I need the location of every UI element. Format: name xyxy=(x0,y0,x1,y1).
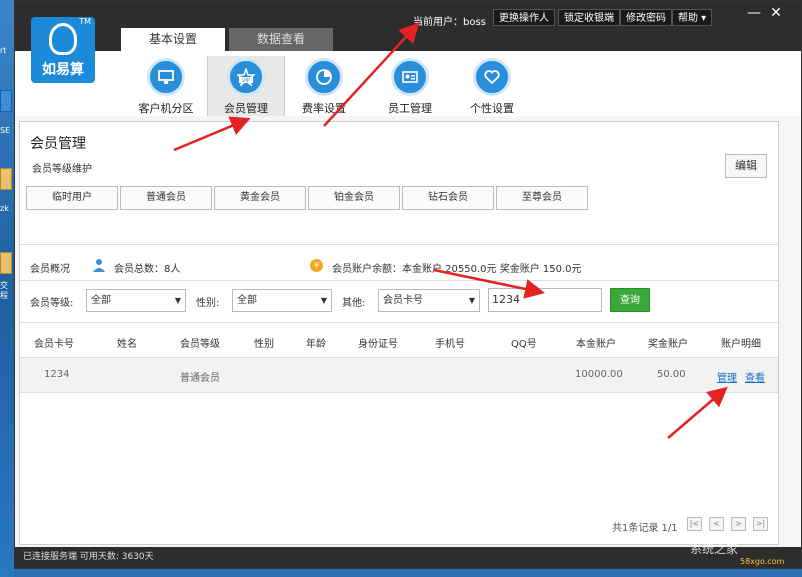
arrow-to-current-user xyxy=(323,22,420,127)
arrow-to-manage-link xyxy=(667,386,728,439)
arrow-to-search-input xyxy=(433,268,545,299)
arrow-to-member-nav xyxy=(173,116,251,152)
annotation-arrows xyxy=(173,22,728,439)
